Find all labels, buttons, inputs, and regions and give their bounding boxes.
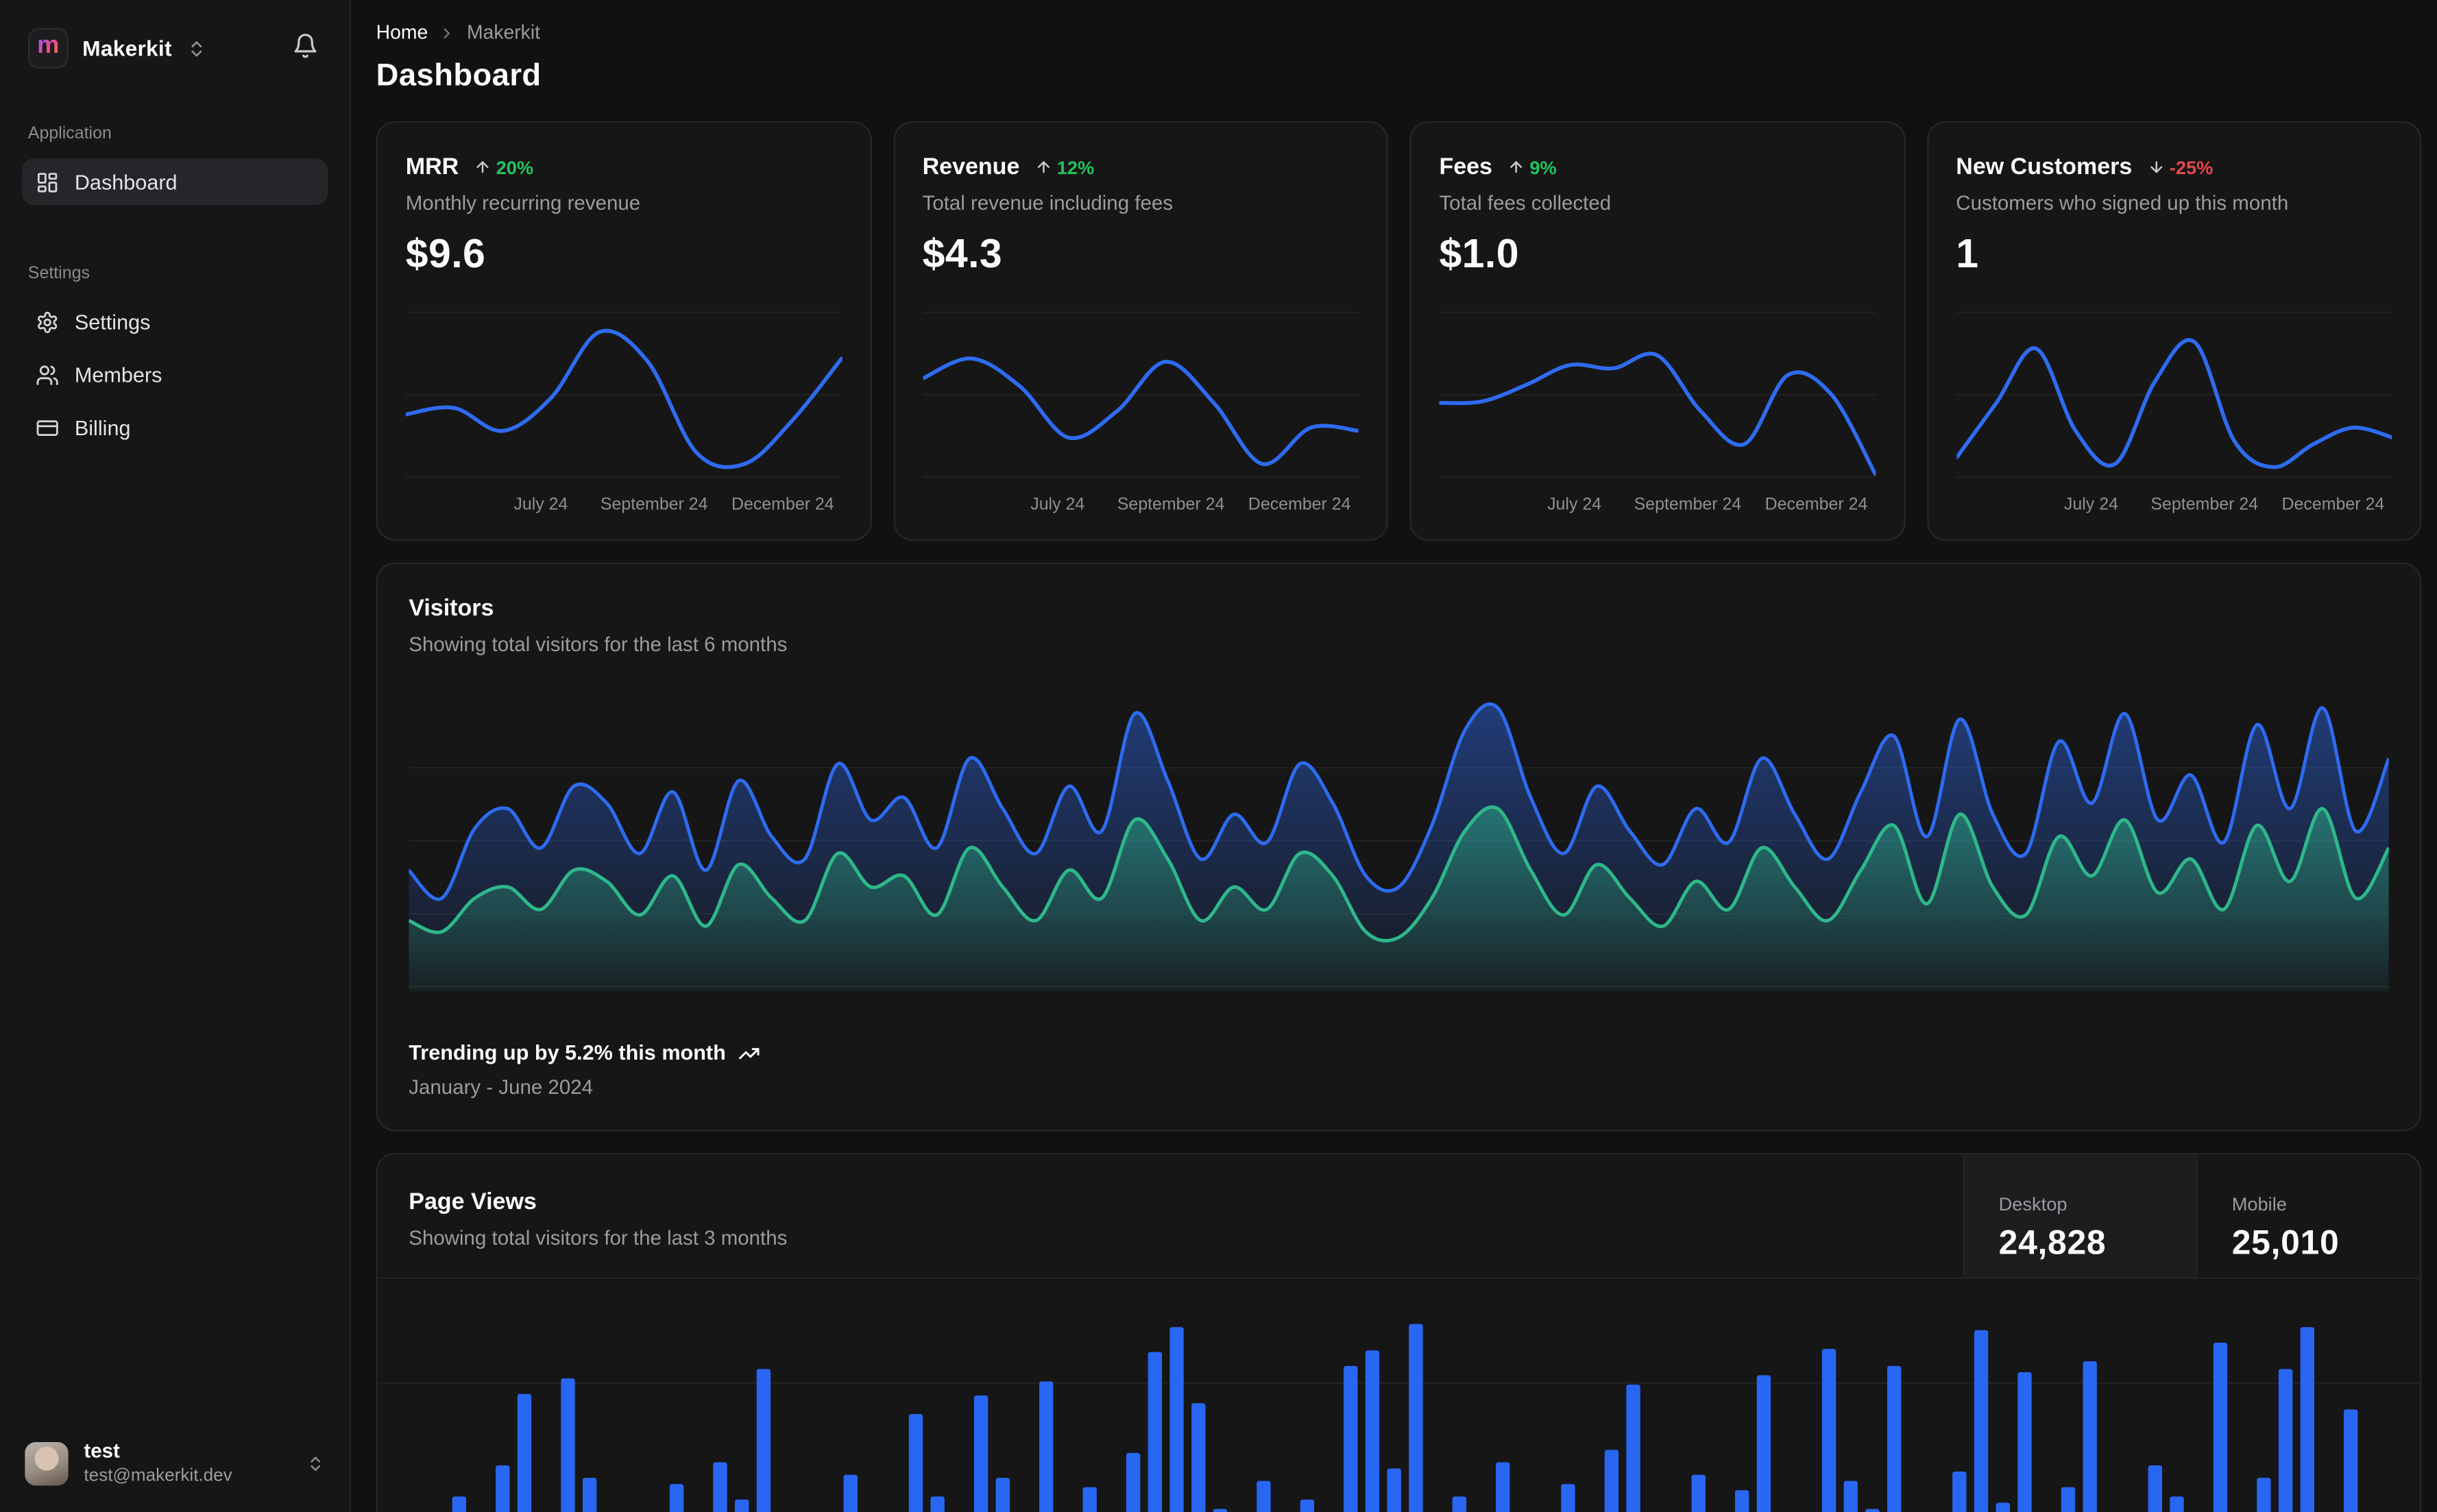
new-customers-sparkline-chart bbox=[1956, 300, 2392, 490]
trending-up-icon bbox=[738, 1042, 760, 1064]
page-views-header: Page Views Showing total visitors for th… bbox=[377, 1154, 2421, 1279]
stat-value: $1.0 bbox=[1439, 230, 1519, 277]
visitors-date-range: January - June 2024 bbox=[409, 1075, 594, 1099]
user-menu[interactable]: test test@makerkit.dev bbox=[22, 1433, 328, 1493]
mrr-sparkline-chart bbox=[405, 300, 842, 490]
chevrons-up-down-icon bbox=[306, 1454, 325, 1472]
sidebar-item-dashboard[interactable]: Dashboard bbox=[21, 158, 328, 206]
sidebar-item-label: Dashboard bbox=[74, 170, 178, 194]
revenue-sparkline-chart bbox=[922, 300, 1359, 490]
page-views-card: Page Views Showing total visitors for th… bbox=[376, 1153, 2422, 1512]
stat-card-new-customers: New Customers -25% Customers who signed … bbox=[1926, 121, 2422, 541]
members-icon bbox=[36, 363, 59, 386]
stat-card-mrr: MRR 20% Monthly recurring revenue $9.6 J… bbox=[376, 121, 871, 541]
chevrons-up-down-icon bbox=[186, 38, 206, 58]
stat-title: Fees bbox=[1439, 154, 1492, 180]
page-views-title: Page Views bbox=[409, 1188, 537, 1215]
stat-title: New Customers bbox=[1956, 154, 2133, 180]
stat-title: Revenue bbox=[922, 154, 1020, 180]
mobile-toggle[interactable]: Mobile 25,010 bbox=[2196, 1154, 2420, 1278]
mobile-value: 25,010 bbox=[2231, 1222, 2340, 1261]
bell-icon bbox=[292, 33, 319, 60]
sidebar-item-label: Settings bbox=[74, 310, 151, 334]
stat-title: MRR bbox=[405, 154, 459, 180]
stat-subtitle: Monthly recurring revenue bbox=[405, 191, 641, 215]
stat-value: $4.3 bbox=[922, 230, 1003, 277]
desktop-label: Desktop bbox=[1998, 1193, 2068, 1215]
sidebar-item-settings[interactable]: Settings bbox=[22, 298, 328, 345]
x-axis-ticks: July 24 September 24 December 24 bbox=[513, 496, 834, 515]
x-axis-ticks: July 24 September 24 December 24 bbox=[1030, 496, 1351, 515]
page-views-subtitle: Showing total visitors for the last 3 mo… bbox=[409, 1226, 788, 1249]
page-views-toggle-group: Desktop 24,828 Mobile 25,010 bbox=[1963, 1154, 2420, 1278]
brand-name: Makerkit bbox=[82, 36, 172, 61]
desktop-value: 24,828 bbox=[1998, 1222, 2107, 1261]
user-email: test@makerkit.dev bbox=[84, 1466, 232, 1485]
chevron-right-icon bbox=[439, 24, 456, 41]
logo-letter: m bbox=[37, 32, 60, 60]
trend-badge: 12% bbox=[1035, 156, 1094, 178]
dashboard-icon bbox=[36, 170, 59, 193]
user-avatar bbox=[25, 1441, 69, 1485]
nav-group-label-settings: Settings bbox=[27, 264, 90, 283]
sidebar-nav: Application Dashboard Settings Settings … bbox=[21, 124, 328, 456]
page-title: Dashboard bbox=[376, 59, 542, 94]
trend-badge: -25% bbox=[2148, 156, 2213, 178]
visitors-area-chart bbox=[409, 693, 2389, 992]
breadcrumb-current: Makerkit bbox=[466, 21, 541, 44]
arrow-up-icon bbox=[1035, 158, 1052, 175]
main-content: Home Makerkit Dashboard MRR 20% Monthly … bbox=[351, 0, 2437, 1512]
stat-card-fees: Fees 9% Total fees collected $1.0 July 2… bbox=[1409, 121, 1905, 541]
x-axis-ticks: July 24 September 24 December 24 bbox=[1547, 496, 1868, 515]
page-views-bar-chart bbox=[377, 1279, 2421, 1512]
trend-badge: 20% bbox=[474, 156, 533, 178]
trend-badge: 9% bbox=[1508, 156, 1557, 178]
visitors-trend-text: Trending up by 5.2% this month bbox=[409, 1041, 726, 1065]
desktop-toggle[interactable]: Desktop 24,828 bbox=[1963, 1154, 2196, 1278]
visitors-title: Visitors bbox=[409, 595, 494, 622]
nav-group-label-application: Application bbox=[27, 124, 112, 143]
notifications-button[interactable] bbox=[286, 27, 325, 70]
sidebar-item-label: Billing bbox=[74, 415, 131, 439]
settings-icon bbox=[36, 310, 59, 333]
x-axis-ticks: July 24 September 24 December 24 bbox=[2063, 496, 2385, 515]
arrow-up-icon bbox=[1508, 158, 1525, 175]
stat-value: 1 bbox=[1956, 230, 1979, 277]
visitors-subtitle: Showing total visitors for the last 6 mo… bbox=[409, 632, 788, 656]
arrow-up-icon bbox=[474, 158, 492, 175]
stat-subtitle: Customers who signed up this month bbox=[1956, 191, 2289, 215]
visitors-card: Visitors Showing total visitors for the … bbox=[376, 562, 2422, 1132]
stat-subtitle: Total fees collected bbox=[1439, 191, 1612, 215]
sidebar-item-members[interactable]: Members bbox=[22, 351, 328, 398]
app-screen: m Makerkit Application Dashboard Setting… bbox=[0, 0, 2437, 1512]
fees-sparkline-chart bbox=[1439, 300, 1876, 490]
sidebar: m Makerkit Application Dashboard Setting… bbox=[0, 0, 352, 1512]
stat-cards-row: MRR 20% Monthly recurring revenue $9.6 J… bbox=[376, 121, 2422, 541]
breadcrumb: Home Makerkit bbox=[376, 22, 2422, 44]
stat-subtitle: Total revenue including fees bbox=[922, 191, 1174, 215]
visitors-footer: Trending up by 5.2% this month January -… bbox=[409, 1041, 2388, 1099]
arrow-down-icon bbox=[2148, 158, 2165, 175]
sidebar-header: m Makerkit bbox=[25, 25, 325, 71]
user-name: test bbox=[84, 1439, 120, 1463]
sidebar-item-label: Members bbox=[74, 363, 162, 387]
sidebar-item-billing[interactable]: Billing bbox=[22, 404, 328, 450]
makerkit-logo: m bbox=[27, 27, 69, 69]
stat-value: $9.6 bbox=[405, 230, 486, 277]
breadcrumb-home[interactable]: Home bbox=[376, 22, 428, 44]
mobile-label: Mobile bbox=[2231, 1193, 2287, 1215]
stat-card-revenue: Revenue 12% Total revenue including fees… bbox=[893, 121, 1388, 541]
billing-icon bbox=[36, 415, 59, 439]
team-selector[interactable]: m Makerkit bbox=[25, 25, 209, 71]
